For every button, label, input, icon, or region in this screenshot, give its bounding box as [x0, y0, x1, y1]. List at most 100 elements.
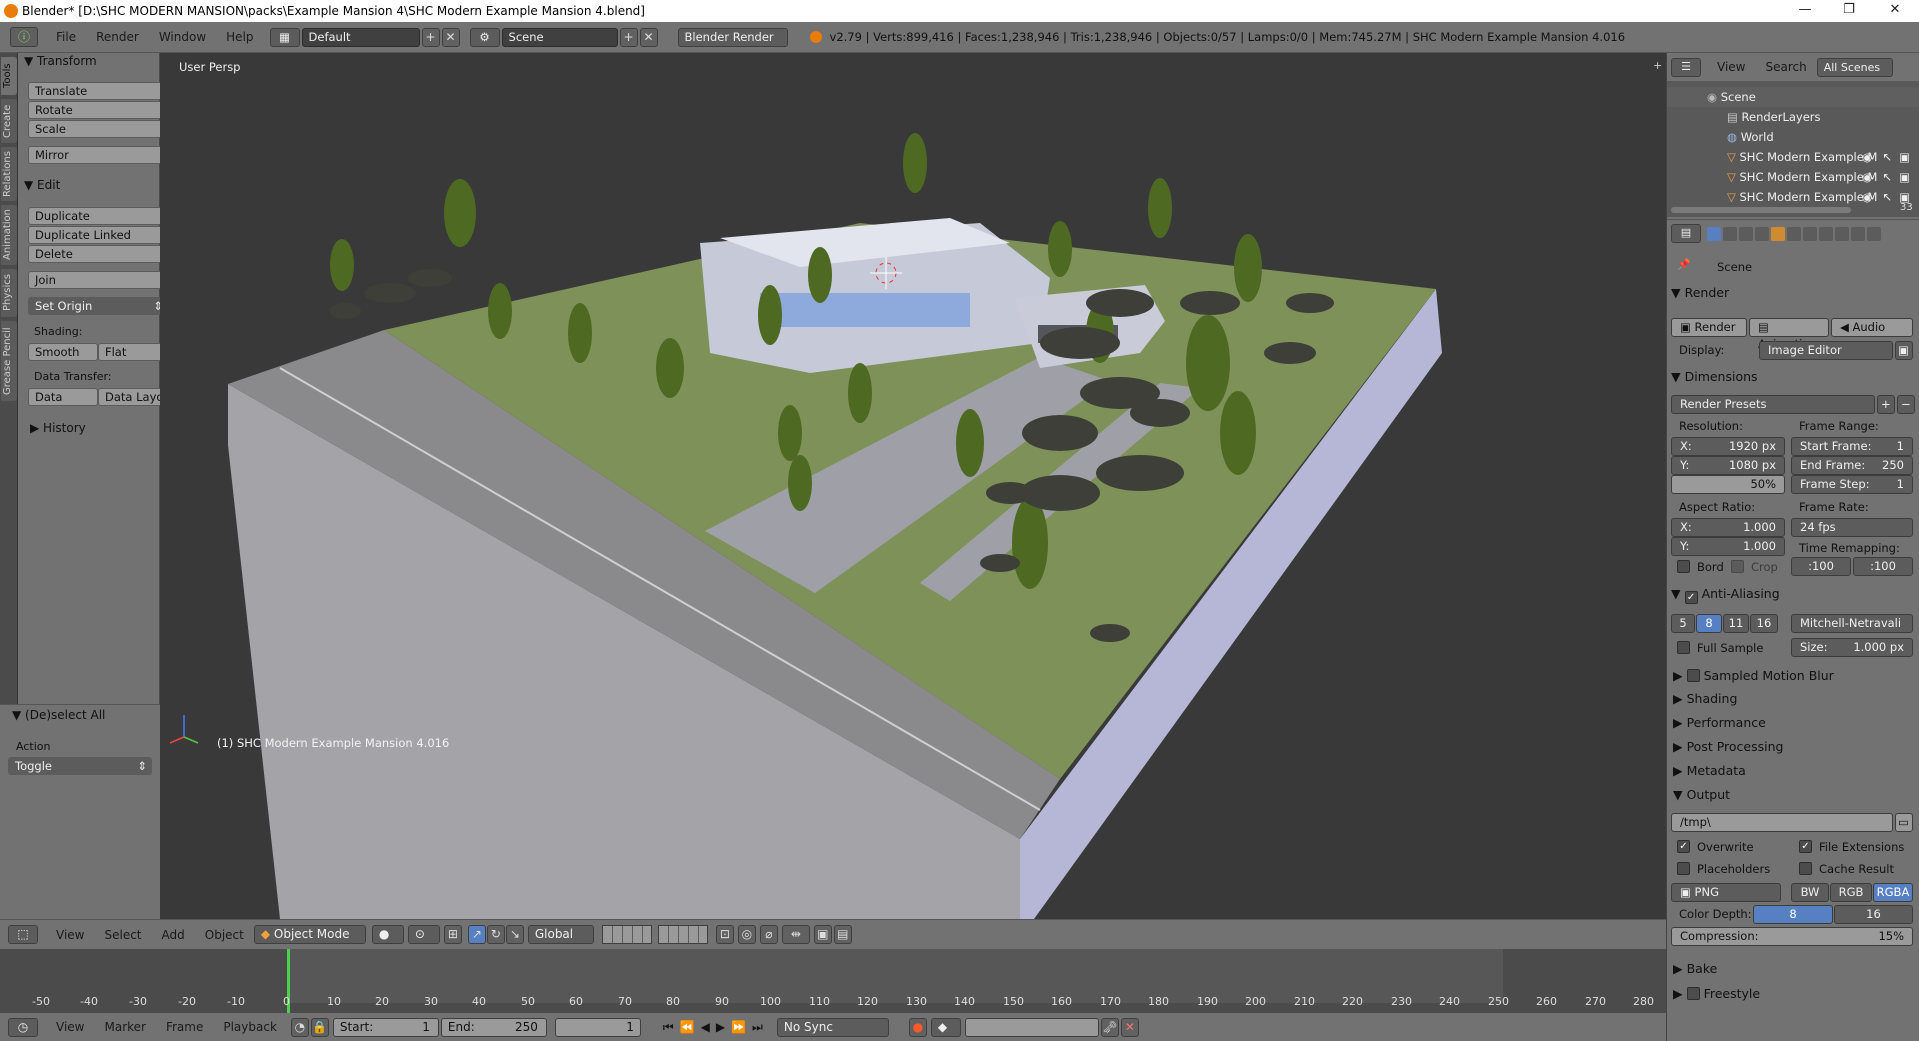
compression-slider[interactable]: Compression: 15%: [1671, 927, 1913, 946]
outliner-filter-select[interactable]: All Scenes: [1816, 57, 1893, 77]
select-arrow-icon[interactable]: ↖: [1882, 187, 1892, 207]
outliner-row-world[interactable]: ◍ World: [1667, 127, 1919, 147]
viewport-corner-plus-icon[interactable]: +: [1653, 59, 1662, 72]
lock-camera-icon[interactable]: ⊡: [715, 925, 734, 944]
scale-button[interactable]: Scale: [28, 120, 168, 138]
tab-create[interactable]: Create: [1, 99, 17, 143]
record-icon[interactable]: ●: [908, 1017, 927, 1037]
render-presets-select[interactable]: Render Presets: [1671, 395, 1875, 414]
layers-tab-icon[interactable]: [1723, 226, 1737, 241]
menu-view[interactable]: View: [46, 1020, 94, 1034]
overwrite-checkbox[interactable]: ✓: [1677, 840, 1690, 853]
aa-samples-5[interactable]: 5: [1671, 614, 1695, 633]
cache-result-checkbox[interactable]: [1799, 862, 1812, 875]
tab-relations[interactable]: Relations: [1, 147, 17, 201]
rotate-button[interactable]: Rotate: [28, 101, 168, 119]
color-depth-16-button[interactable]: 16: [1834, 905, 1913, 924]
outliner-row-scene[interactable]: ◉ Scene: [1667, 87, 1919, 107]
metadata-panel[interactable]: ▶ Metadata: [1673, 763, 1746, 778]
data-tab-icon[interactable]: [1819, 226, 1833, 241]
freestyle-panel[interactable]: ▶ Freestyle: [1673, 985, 1760, 1001]
menu-frame[interactable]: Frame: [156, 1020, 213, 1034]
orientation-select[interactable]: Global: [527, 925, 594, 944]
render-button[interactable]: ▣ Render: [1671, 318, 1747, 337]
aa-samples-11[interactable]: 11: [1723, 614, 1749, 633]
menu-help[interactable]: Help: [216, 30, 263, 44]
object-tab-icon[interactable]: [1771, 226, 1785, 241]
resolution-y-field[interactable]: Y: 1080 px: [1671, 456, 1785, 475]
render-camera-icon[interactable]: ▣: [1899, 167, 1910, 187]
mirror-button[interactable]: Mirror: [28, 146, 168, 164]
physics-tab-icon[interactable]: [1867, 226, 1881, 241]
outliner-row-renderlayers[interactable]: ▤ RenderLayers: [1667, 107, 1919, 127]
editor-type-outliner-icon[interactable]: ☰: [1671, 57, 1701, 77]
outliner-menu-search[interactable]: Search: [1755, 60, 1816, 74]
output-folder-icon[interactable]: ▭: [1895, 813, 1913, 832]
scene-icon[interactable]: ⚙: [469, 27, 500, 47]
close-button[interactable]: ✕: [1873, 0, 1917, 22]
outliner-row-object[interactable]: ▽ SHC Modern Example M ◉ ↖ ▣: [1667, 187, 1919, 207]
select-arrow-icon[interactable]: ↖: [1882, 147, 1892, 167]
menu-object[interactable]: Object: [195, 928, 254, 942]
data-transfer-button[interactable]: Data: [28, 388, 98, 406]
3d-viewport[interactable]: User Persp (1) SHC Modern Example Mansio…: [160, 53, 1666, 919]
placeholders-checkbox[interactable]: [1677, 862, 1690, 875]
material-tab-icon[interactable]: [1835, 226, 1849, 241]
resolution-percentage-slider[interactable]: 50%: [1671, 475, 1785, 494]
snap-element-icon[interactable]: ⇹: [781, 925, 810, 944]
menu-file[interactable]: File: [46, 30, 86, 44]
render-engine-select[interactable]: Blender Render: [677, 27, 788, 47]
menu-marker[interactable]: Marker: [94, 1020, 155, 1034]
output-panel-header[interactable]: ▼ Output: [1673, 787, 1730, 802]
display-extra-icon[interactable]: ▣: [1895, 341, 1913, 360]
start-frame-field[interactable]: Start Frame: 1: [1791, 437, 1913, 456]
outliner-menu-view[interactable]: View: [1707, 60, 1755, 74]
delete-button[interactable]: Delete: [28, 245, 168, 263]
menu-playback[interactable]: Playback: [213, 1020, 287, 1034]
screen-layout-field[interactable]: Default: [301, 27, 420, 47]
render-camera-icon[interactable]: ▣: [1899, 147, 1910, 167]
viewport-shading-select[interactable]: ●: [371, 925, 404, 944]
outliner-row-object[interactable]: ▽ SHC Modern Example M ◉ ↖ ▣: [1667, 167, 1919, 187]
remove-screen-icon[interactable]: ✕: [441, 27, 460, 47]
insert-keyframe-icon[interactable]: 🗝: [1100, 1017, 1119, 1037]
active-keying-set-field[interactable]: [964, 1017, 1099, 1037]
dimensions-panel-header[interactable]: ▼ Dimensions: [1671, 369, 1917, 384]
tab-grease-pencil[interactable]: Grease Pencil: [1, 321, 17, 401]
end-frame-field[interactable]: End Frame: 250: [1791, 456, 1913, 475]
keying-set-select[interactable]: ◆: [930, 1017, 961, 1037]
duplicate-button[interactable]: Duplicate: [28, 207, 168, 225]
history-panel-header[interactable]: ▶ History: [30, 421, 86, 435]
editor-type-3d-icon[interactable]: ⬚: [8, 925, 38, 944]
outliner[interactable]: ☰ View Search All Scenes ◉ Scene ▤ Rende…: [1667, 53, 1919, 217]
resolution-x-field[interactable]: X: 1920 px: [1671, 437, 1785, 456]
menu-add[interactable]: Add: [152, 928, 195, 942]
lock-range-icon[interactable]: 🔒: [310, 1017, 329, 1037]
aa-samples-16[interactable]: 16: [1750, 614, 1778, 633]
outliner-scrollbar[interactable]: [1671, 207, 1851, 213]
data-layout-button[interactable]: Data Layo: [98, 388, 168, 406]
color-rgb-button[interactable]: RGB: [1830, 883, 1872, 902]
texture-tab-icon[interactable]: [1851, 226, 1865, 241]
add-preset-icon[interactable]: +: [1877, 395, 1895, 414]
action-select[interactable]: Toggle ⇕: [8, 757, 152, 775]
minimize-button[interactable]: —: [1783, 0, 1827, 22]
file-extensions-checkbox[interactable]: ✓: [1799, 840, 1812, 853]
aa-samples-8[interactable]: 8: [1696, 614, 1722, 633]
pin-icon[interactable]: 📌: [1677, 258, 1691, 271]
join-button[interactable]: Join: [28, 271, 168, 289]
edit-panel-header[interactable]: ▼ Edit: [24, 178, 60, 192]
tab-tools[interactable]: Tools: [1, 57, 17, 95]
start-frame-field[interactable]: Start: 1: [332, 1017, 439, 1037]
color-bw-button[interactable]: BW: [1791, 883, 1829, 902]
layer-buttons-2[interactable]: [657, 925, 708, 944]
proportional-edit-icon[interactable]: ◎: [737, 925, 756, 944]
anti-aliasing-checkbox[interactable]: ✓: [1684, 591, 1698, 604]
current-frame-field[interactable]: 1: [554, 1017, 641, 1037]
remap-old-field[interactable]: :100: [1791, 557, 1851, 576]
render-preview-icon[interactable]: ▣: [813, 925, 832, 944]
mode-select[interactable]: ◆ Object Mode: [253, 925, 366, 944]
preview-range-icon[interactable]: ◔: [290, 1017, 309, 1037]
layer-buttons[interactable]: [601, 925, 652, 944]
aspect-y-field[interactable]: Y: 1.000: [1671, 537, 1785, 556]
